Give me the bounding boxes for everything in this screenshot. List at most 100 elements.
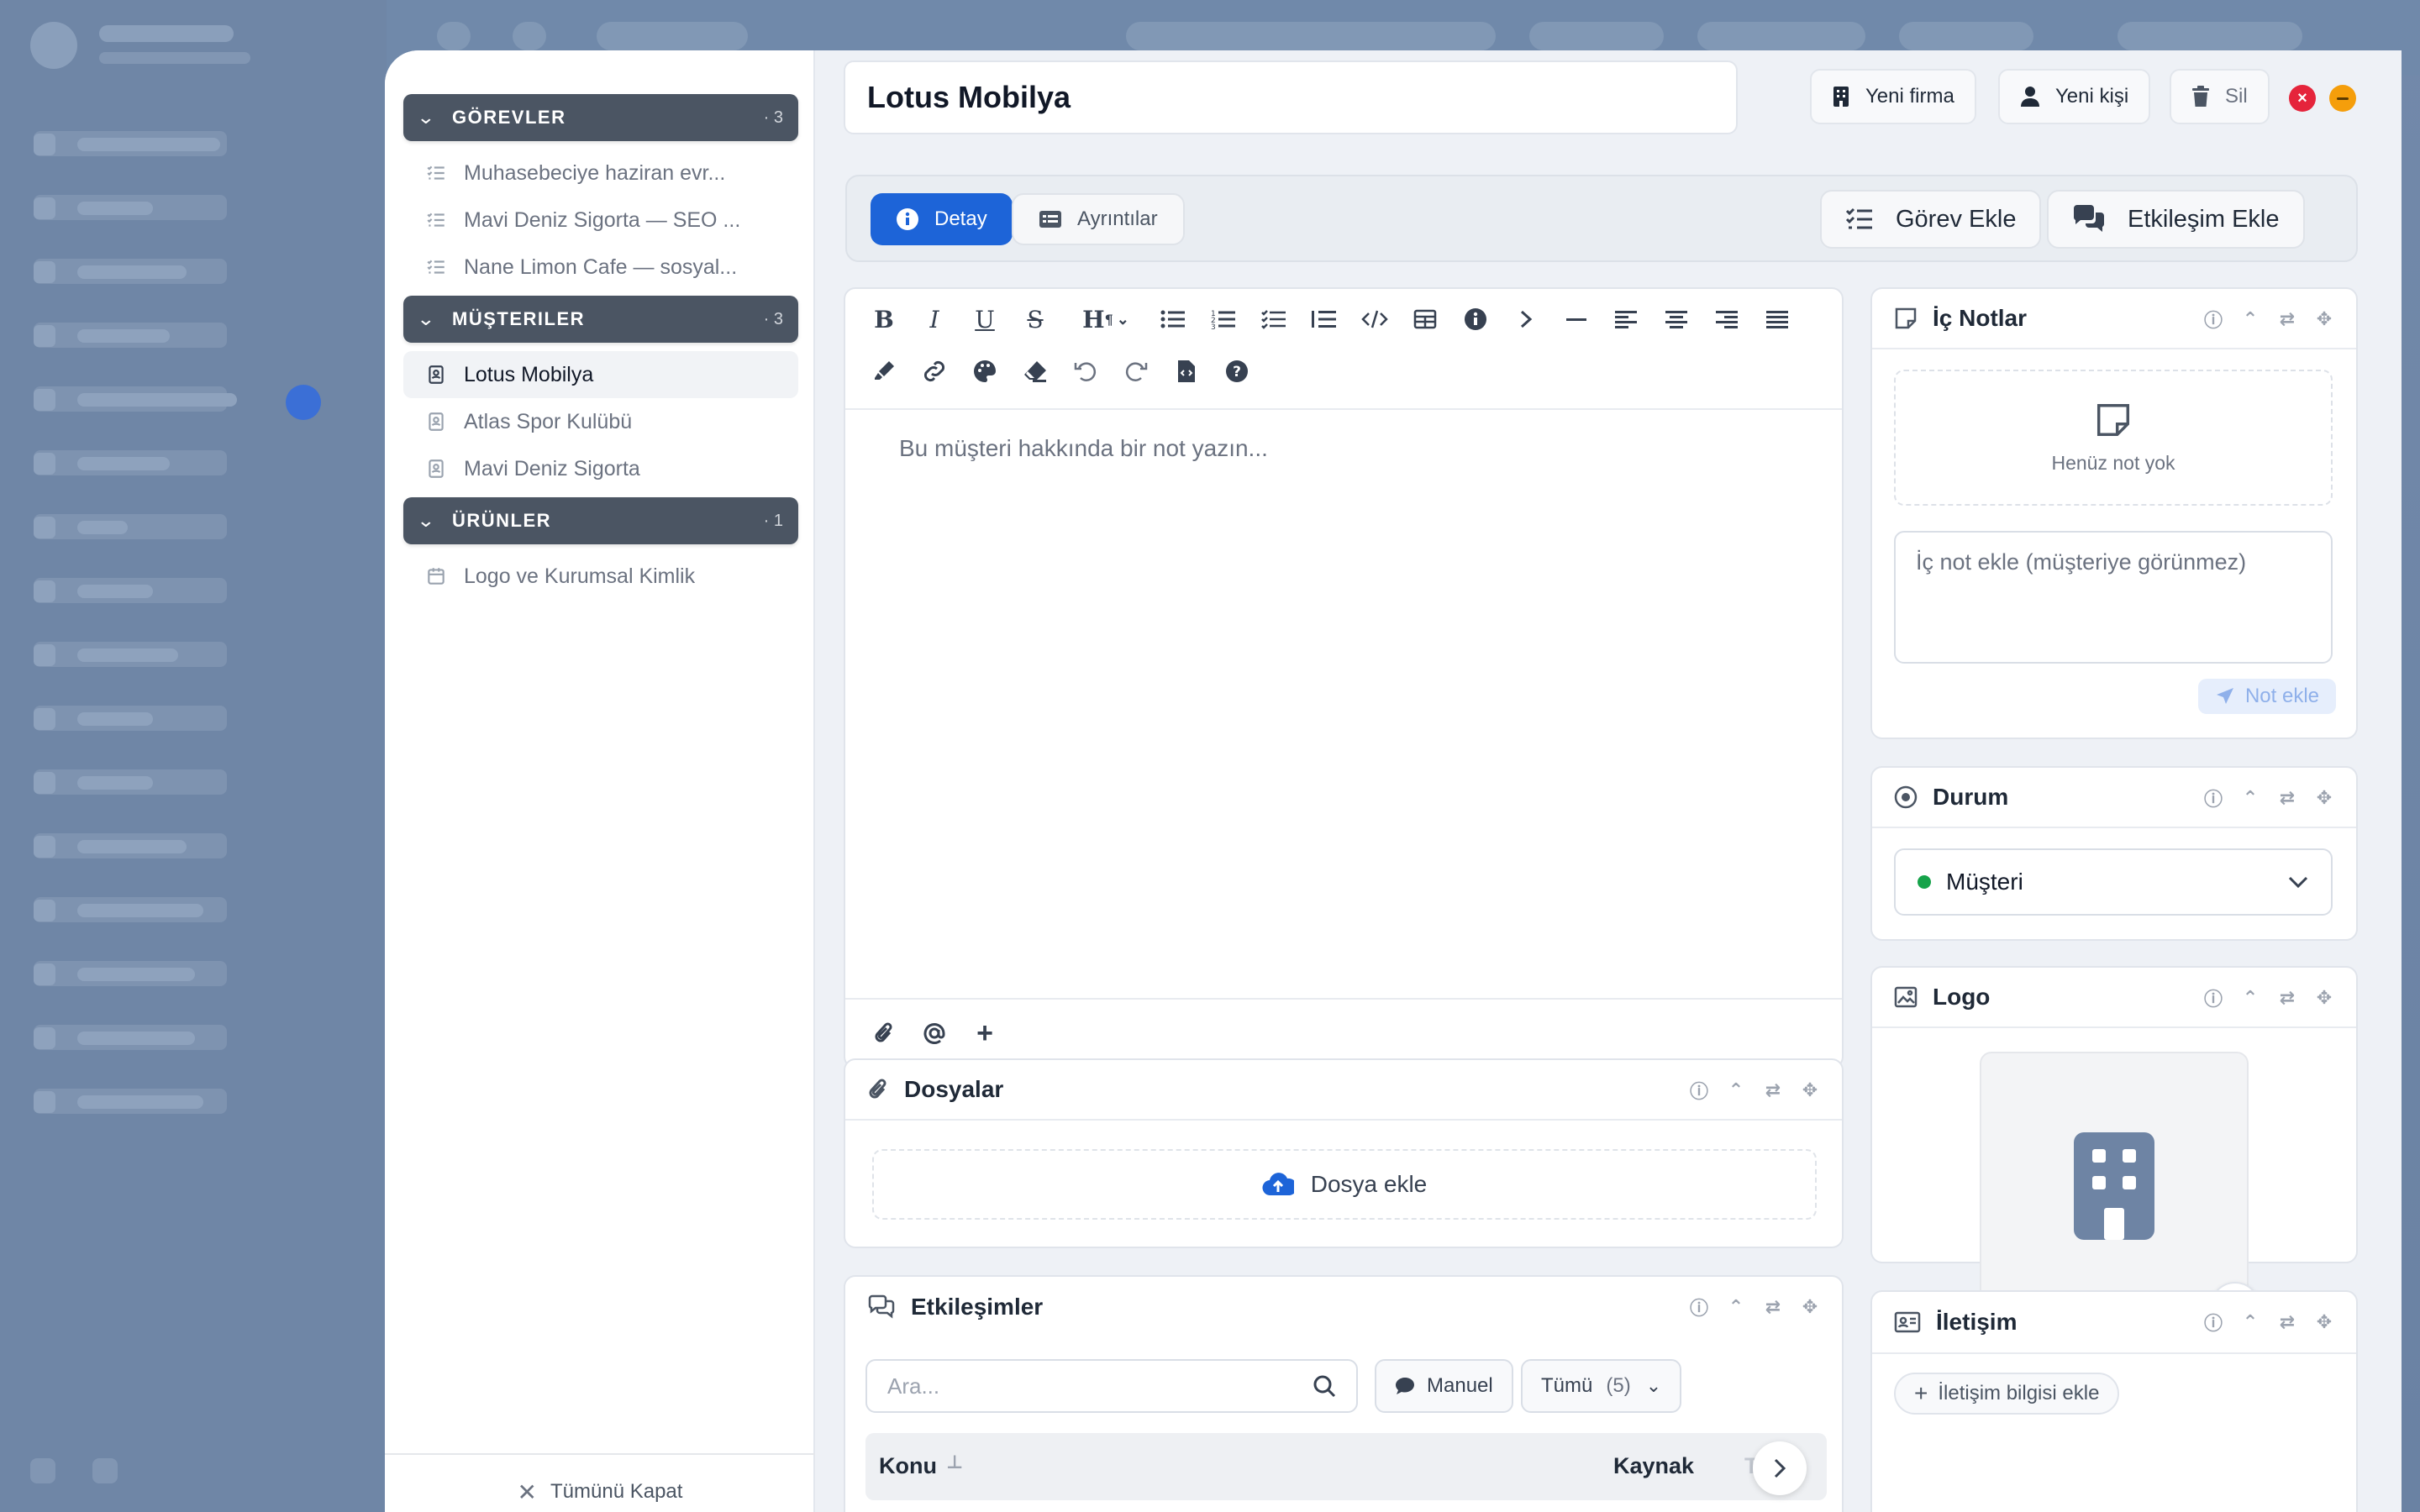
interactions-search-input[interactable]: Ara... (865, 1359, 1358, 1413)
move-icon[interactable]: ✥ (1798, 1079, 1822, 1102)
close-window-button[interactable]: × (2289, 85, 2316, 112)
align-center-icon[interactable] (1660, 302, 1694, 336)
comments-icon (2074, 205, 2104, 232)
help-circle-icon[interactable]: ⓘ (2202, 307, 2225, 331)
customer-item-active[interactable]: Lotus Mobilya (403, 351, 798, 398)
highlighter-icon[interactable] (867, 354, 901, 388)
delete-button[interactable]: Sil (2170, 69, 2270, 124)
move-icon[interactable]: ✥ (2312, 1310, 2336, 1334)
tab-detail[interactable]: Detay (871, 193, 1013, 245)
file-dropzone[interactable]: Dosya ekle (872, 1149, 1817, 1220)
move-icon[interactable]: ✥ (2312, 786, 2336, 810)
swap-icon[interactable]: ⇄ (2275, 786, 2299, 810)
help-icon[interactable]: ? (1220, 354, 1254, 388)
paperclip-icon[interactable] (867, 1016, 901, 1050)
info-block-icon[interactable] (1459, 302, 1492, 336)
palette-icon[interactable] (968, 354, 1002, 388)
bold-icon[interactable]: B (867, 302, 901, 336)
task-item[interactable]: Mavi Deniz Sigorta — SEO ... (403, 197, 798, 244)
minimize-window-button[interactable] (2329, 85, 2356, 112)
swap-icon[interactable]: ⇄ (1761, 1295, 1785, 1319)
heading-dropdown-icon[interactable]: H ¶ ⌄ (1072, 302, 1139, 336)
contact-header: İletişim ⓘ ⌃ ⇄ ✥ (1872, 1292, 2356, 1352)
strikethrough-icon[interactable]: S (1018, 302, 1052, 336)
eraser-icon[interactable] (1018, 354, 1052, 388)
chevron-up-icon[interactable]: ⌃ (2238, 307, 2262, 331)
chevron-right-icon (1774, 1458, 1786, 1478)
swap-icon[interactable]: ⇄ (2275, 986, 2299, 1010)
status-header: Durum ⓘ ⌃ ⇄ ✥ (1872, 768, 2356, 828)
paperclip-icon (869, 1079, 886, 1099)
swap-icon[interactable]: ⇄ (2275, 1310, 2299, 1334)
move-icon[interactable]: ✥ (1798, 1295, 1822, 1319)
comments-outline-icon (868, 1294, 895, 1319)
bullet-list-icon[interactable] (1156, 302, 1190, 336)
help-circle-icon[interactable]: ⓘ (1687, 1295, 1711, 1319)
add-note-button[interactable]: Not ekle (2197, 679, 2336, 714)
move-icon[interactable]: ✥ (2312, 307, 2336, 331)
chevron-up-icon[interactable]: ⌃ (2238, 1310, 2262, 1334)
new-company-button[interactable]: Yeni firma (1810, 69, 1976, 124)
logo-placeholder[interactable] (1980, 1052, 2249, 1320)
editor-placeholder[interactable]: Bu müşteri hakkında bir not yazın... (899, 435, 1268, 462)
comment-icon (1396, 1378, 1414, 1394)
chevron-up-icon[interactable]: ⌃ (1724, 1295, 1748, 1319)
swap-icon[interactable]: ⇄ (1761, 1079, 1785, 1102)
code-icon[interactable] (1358, 302, 1392, 336)
chevron-right-icon[interactable] (1509, 302, 1543, 336)
swap-icon[interactable]: ⇄ (2275, 307, 2299, 331)
close-all-button[interactable]: ✕ Tümünü Kapat (385, 1453, 815, 1512)
table-icon[interactable] (1408, 302, 1442, 336)
redo-icon[interactable] (1119, 354, 1153, 388)
sticky-note-icon (1895, 307, 1917, 329)
undo-icon[interactable] (1069, 354, 1102, 388)
help-circle-icon[interactable]: ⓘ (2202, 1310, 2225, 1334)
customer-item[interactable]: Atlas Spor Kulübü (403, 398, 798, 445)
file-code-icon[interactable] (1170, 354, 1203, 388)
ordered-list-icon[interactable]: 123 (1207, 302, 1240, 336)
status-select[interactable]: Müşteri (1894, 848, 2333, 916)
contact-card-icon (429, 459, 444, 478)
help-circle-icon[interactable]: ⓘ (2202, 986, 2225, 1010)
align-right-icon[interactable] (1711, 302, 1744, 336)
italic-icon[interactable]: I (918, 302, 951, 336)
underline-icon[interactable]: U (968, 302, 1002, 336)
group-header-tasks[interactable]: ⌄ GÖREVLER · 3 (403, 94, 798, 141)
close-icon: ✕ (517, 1478, 538, 1505)
new-person-button[interactable]: Yeni kişi (1998, 69, 2151, 124)
task-item[interactable]: Muhasebeciye haziran evr... (403, 150, 798, 197)
chevron-up-icon[interactable]: ⌃ (1724, 1079, 1748, 1102)
group-header-customers[interactable]: ⌄ MÜŞTERILER · 3 (403, 296, 798, 343)
checklist-icon[interactable] (1257, 302, 1291, 336)
product-item[interactable]: Logo ve Kurumsal Kimlik (403, 553, 798, 600)
pin-icon[interactable]: ⊥ (946, 1452, 963, 1473)
scroll-right-button[interactable] (1753, 1441, 1807, 1495)
cloud-upload-icon (1262, 1173, 1294, 1196)
chevron-up-icon[interactable]: ⌃ (2238, 986, 2262, 1010)
help-circle-icon[interactable]: ⓘ (1687, 1079, 1711, 1102)
link-icon[interactable] (918, 354, 951, 388)
indent-icon[interactable] (1307, 302, 1341, 336)
align-left-icon[interactable] (1610, 302, 1644, 336)
horizontal-rule-icon[interactable] (1560, 302, 1593, 336)
type-filter-select[interactable]: Tümü (5) ⌄ (1521, 1359, 1682, 1413)
manual-filter-button[interactable]: Manuel (1375, 1359, 1513, 1413)
task-item[interactable]: Nane Limon Cafe — sosyal... (403, 244, 798, 291)
add-task-button[interactable]: Görev Ekle (1820, 190, 2042, 249)
group-header-products[interactable]: ⌄ ÜRÜNLER · 1 (403, 497, 798, 544)
align-justify-icon[interactable] (1761, 302, 1795, 336)
plus-icon[interactable]: + (968, 1016, 1002, 1050)
chevron-up-icon[interactable]: ⌃ (2238, 786, 2262, 810)
tab-details[interactable]: Ayrıntılar (1012, 193, 1185, 245)
add-contact-info-button[interactable]: + İletişim bilgisi ekle (1894, 1373, 2120, 1415)
record-tab-bar: Detay Ayrıntılar Görev Ekle Etkileşim Ek… (845, 175, 2358, 262)
customer-item[interactable]: Mavi Deniz Sigorta (403, 445, 798, 492)
editor-toolbar: B I U S H ¶ ⌄ 123 ? (845, 289, 1842, 410)
mention-icon[interactable] (918, 1016, 951, 1050)
add-interaction-button[interactable]: Etkileşim Ekle (2047, 190, 2305, 249)
move-icon[interactable]: ✥ (2312, 986, 2336, 1010)
help-circle-icon[interactable]: ⓘ (2202, 786, 2225, 810)
record-title-input[interactable]: Lotus Mobilya (844, 60, 1738, 134)
internal-note-textarea[interactable]: İç not ekle (müşteriye görünmez) (1894, 531, 2333, 664)
close-icon: × (2297, 88, 2307, 108)
